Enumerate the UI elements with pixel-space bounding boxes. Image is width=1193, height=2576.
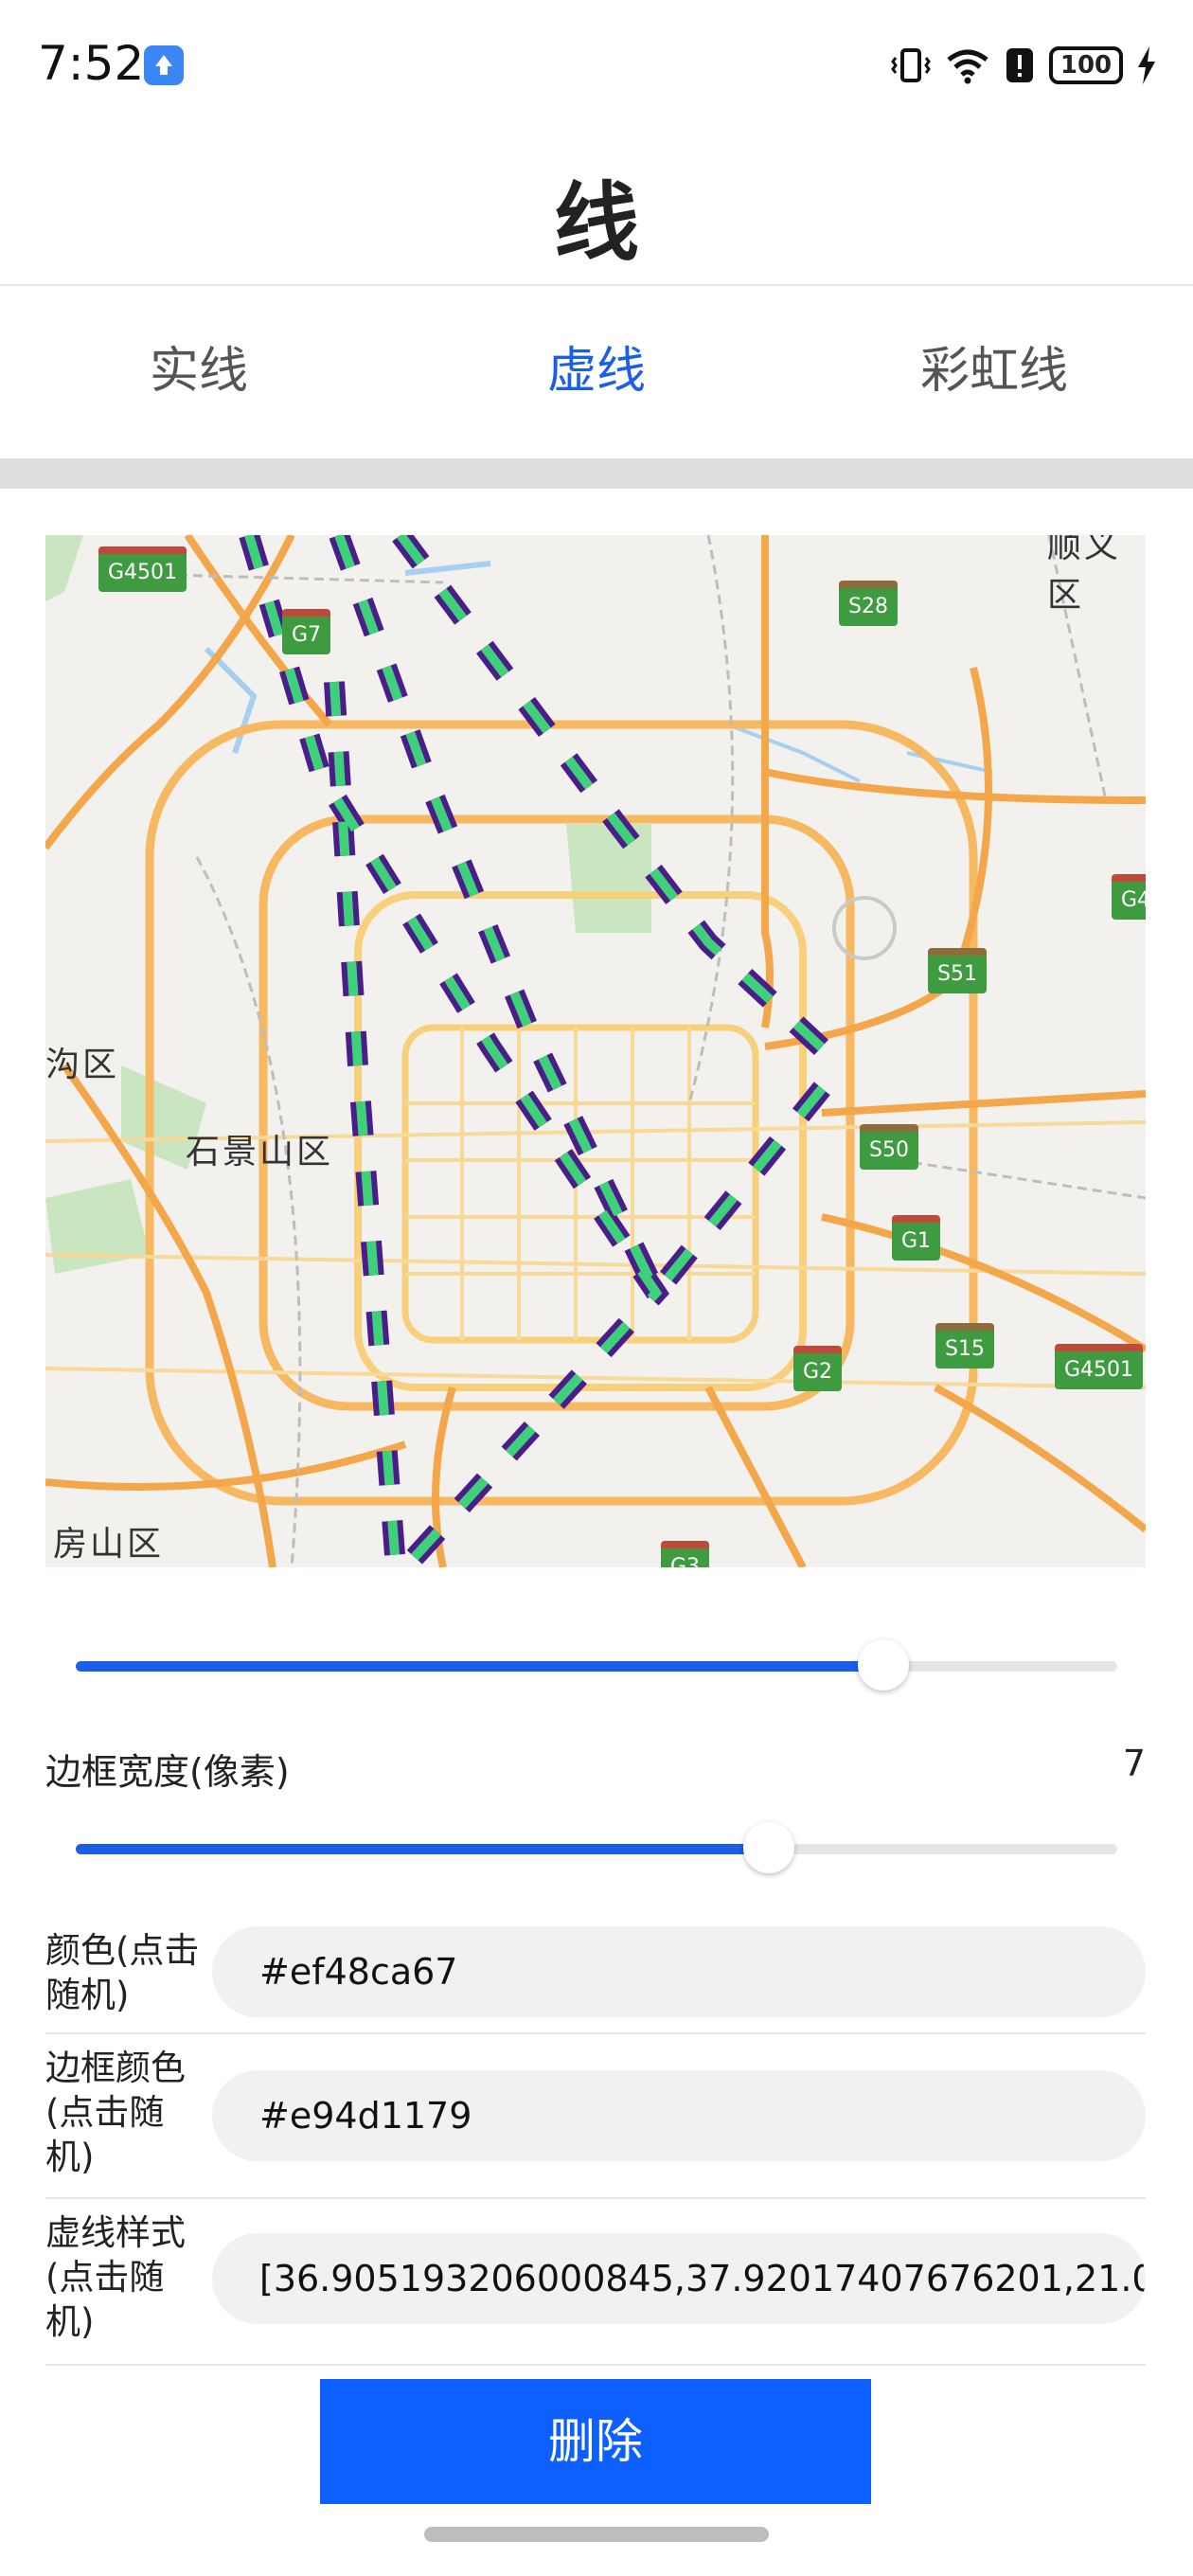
wifi-icon: [947, 49, 988, 84]
color-label: 颜色(点击随机): [45, 1930, 200, 2015]
road-shield: G2: [793, 1346, 843, 1391]
road-shield: G4501: [1055, 1344, 1144, 1389]
line-width-slider[interactable]: [76, 1637, 1117, 1694]
alert-icon: [1006, 48, 1033, 82]
district-label: 顺义区: [1047, 535, 1122, 615]
vibrate-icon: [891, 48, 931, 82]
app-notification-icon: [144, 45, 184, 85]
battery-indicator: 100: [1049, 46, 1123, 84]
page-title: 线: [554, 173, 639, 273]
border-width-label: 边框宽度(像素): [45, 1751, 290, 1793]
road-shield: G1: [892, 1215, 941, 1261]
status-time: 7:52: [38, 36, 145, 91]
home-indicator[interactable]: [424, 2527, 769, 2542]
border-color-field[interactable]: #e94d1179: [212, 2070, 1146, 2161]
tab-dashed-line[interactable]: 虚线: [398, 286, 795, 456]
road-shield: G7: [282, 609, 331, 654]
border-width-slider[interactable]: [76, 1820, 1117, 1877]
border-color-label: 边框颜色(点击随机): [45, 2048, 186, 2177]
dash-style-label: 虚线样式(点击随机): [45, 2212, 186, 2342]
map-base: [45, 535, 1146, 1567]
border-width-value: 7: [1122, 1743, 1146, 1784]
district-label: 房山区: [53, 1525, 165, 1564]
status-icons: 100: [890, 42, 1157, 89]
road-shield: G4: [1112, 874, 1146, 920]
road-shield: S28: [839, 581, 898, 626]
border-width-row: 边框宽度(像素) 7: [45, 1743, 1146, 1795]
map-view[interactable]: G4501 G7 S28 S51 G4 S50 G1 S15 G4501 G2 …: [45, 535, 1146, 1567]
district-label: 石景山区: [186, 1133, 334, 1172]
color-row: 颜色(点击随机) #ef48ca67: [45, 1921, 1146, 2034]
title-bar: 线: [0, 133, 1193, 286]
slider-thumb[interactable]: [857, 1639, 909, 1690]
status-bar: 7:52 100: [0, 0, 1193, 133]
delete-button[interactable]: 删除: [320, 2379, 871, 2504]
border-color-row: 边框颜色(点击随机) #e94d1179: [45, 2034, 1146, 2199]
tab-bar: 实线 虚线 彩虹线: [0, 286, 1193, 456]
road-shield: S51: [928, 948, 987, 993]
dash-style-row: 虚线样式(点击随机) [36.905193206000845,37.920174…: [45, 2199, 1146, 2366]
road-shield: S15: [935, 1323, 994, 1368]
slider-fill: [76, 1844, 769, 1854]
road-shield: G4501: [98, 546, 187, 592]
color-field[interactable]: #ef48ca67: [212, 1926, 1146, 2017]
dash-style-field[interactable]: [36.905193206000845,37.92017407676201,21…: [212, 2233, 1146, 2324]
slider-fill: [76, 1661, 883, 1672]
tab-solid-line[interactable]: 实线: [0, 286, 398, 456]
slider-thumb[interactable]: [742, 1822, 794, 1873]
road-shield: S50: [860, 1124, 918, 1170]
road-shield: G3: [661, 1541, 710, 1567]
section-divider: [0, 458, 1193, 489]
charging-icon: [1138, 46, 1155, 84]
tab-rainbow-line[interactable]: 彩虹线: [795, 286, 1193, 456]
district-label: 沟区: [45, 1046, 120, 1084]
